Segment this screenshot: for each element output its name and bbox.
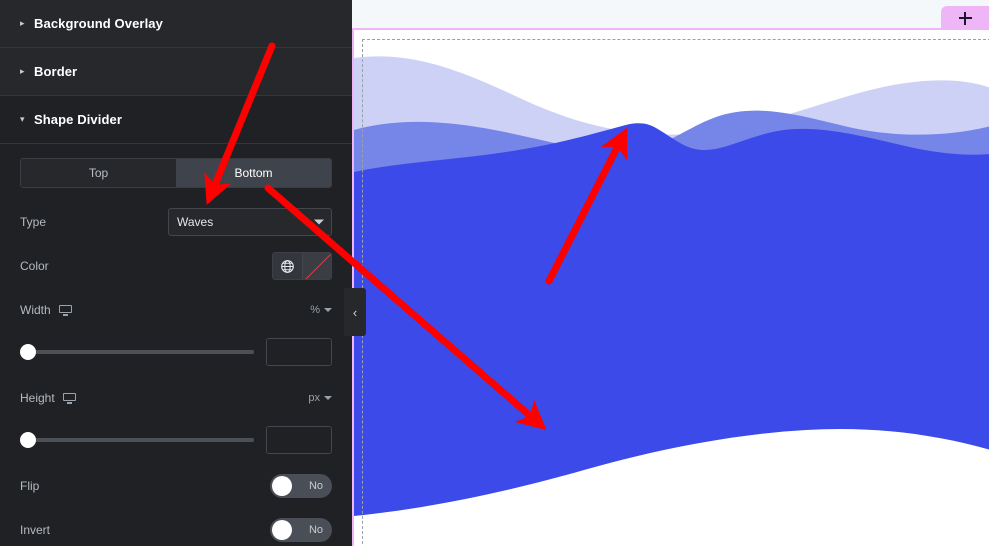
add-section-tab[interactable] — [941, 6, 989, 30]
section-header-border[interactable]: ▸ Border — [0, 48, 352, 96]
preview-canvas — [352, 0, 989, 546]
globe-icon[interactable] — [273, 253, 303, 279]
section-title-border: Border — [34, 64, 78, 79]
flip-label: Flip — [20, 479, 40, 493]
panel-collapse-handle[interactable]: ‹ — [344, 288, 366, 336]
chevron-down-icon: ▾ — [20, 114, 25, 124]
shape-divider-waves — [354, 30, 989, 546]
invert-toggle-knob — [272, 520, 292, 540]
desktop-icon[interactable] — [62, 392, 76, 404]
height-unit-picker[interactable]: px — [308, 392, 332, 404]
invert-label: Invert — [20, 523, 51, 537]
type-label: Type — [20, 215, 47, 229]
height-input[interactable] — [266, 426, 332, 454]
type-select[interactable]: Waves — [168, 208, 332, 236]
chevron-right-icon: ▸ — [20, 66, 25, 76]
section-title-shape-divider: Shape Divider — [34, 112, 122, 127]
chevron-down-icon — [324, 396, 332, 400]
width-slider-row — [20, 338, 332, 366]
height-slider[interactable] — [20, 432, 254, 448]
invert-row: Invert No — [20, 514, 332, 546]
desktop-icon[interactable] — [58, 304, 72, 316]
color-row: Color — [20, 250, 332, 282]
width-slider-track — [20, 350, 254, 354]
section-header-shape-divider[interactable]: ▾ Shape Divider — [0, 96, 352, 144]
section-title-background-overlay: Background Overlay — [34, 16, 163, 31]
width-input[interactable] — [266, 338, 332, 366]
height-row: Height px — [20, 382, 332, 414]
type-select-wrap: Waves — [168, 208, 332, 236]
height-unit-value: px — [308, 392, 320, 404]
invert-toggle-state: No — [308, 524, 323, 536]
app-root: ▸ Background Overlay ▸ Border ▾ Shape Di… — [0, 0, 989, 546]
plus-icon — [958, 11, 972, 25]
height-label: Height — [20, 391, 55, 405]
flip-row: Flip No — [20, 470, 332, 502]
width-label: Width — [20, 303, 51, 317]
tab-top[interactable]: Top — [21, 159, 176, 187]
height-label-group: Height — [20, 391, 76, 405]
width-unit-value: % — [310, 304, 320, 316]
color-picker[interactable] — [272, 252, 332, 280]
height-slider-track — [20, 438, 254, 442]
invert-toggle[interactable]: No — [270, 518, 332, 542]
chevron-down-icon — [324, 308, 332, 312]
chevron-left-icon: ‹ — [352, 304, 358, 320]
chevron-right-icon: ▸ — [20, 18, 25, 28]
elementor-settings-panel: ▸ Background Overlay ▸ Border ▾ Shape Di… — [0, 0, 352, 546]
flip-toggle-state: No — [308, 480, 323, 492]
width-unit-picker[interactable]: % — [310, 304, 332, 316]
width-label-group: Width — [20, 303, 72, 317]
width-slider-thumb[interactable] — [20, 344, 36, 360]
flip-toggle-knob — [272, 476, 292, 496]
height-slider-thumb[interactable] — [20, 432, 36, 448]
canvas-top-strip — [352, 0, 989, 28]
shape-divider-controls: Top Bottom Type Waves Color Width % Heig… — [0, 144, 352, 546]
color-label: Color — [20, 259, 49, 273]
section-outline[interactable] — [352, 28, 989, 546]
height-slider-row — [20, 426, 332, 454]
shape-divider-position-tabs: Top Bottom — [20, 158, 332, 188]
color-swatch-empty[interactable] — [303, 253, 331, 279]
width-slider[interactable] — [20, 344, 254, 360]
type-row: Type Waves — [20, 206, 332, 238]
flip-toggle[interactable]: No — [270, 474, 332, 498]
section-header-background-overlay[interactable]: ▸ Background Overlay — [0, 0, 352, 48]
tab-bottom[interactable]: Bottom — [176, 159, 331, 187]
width-row: Width % — [20, 294, 332, 326]
